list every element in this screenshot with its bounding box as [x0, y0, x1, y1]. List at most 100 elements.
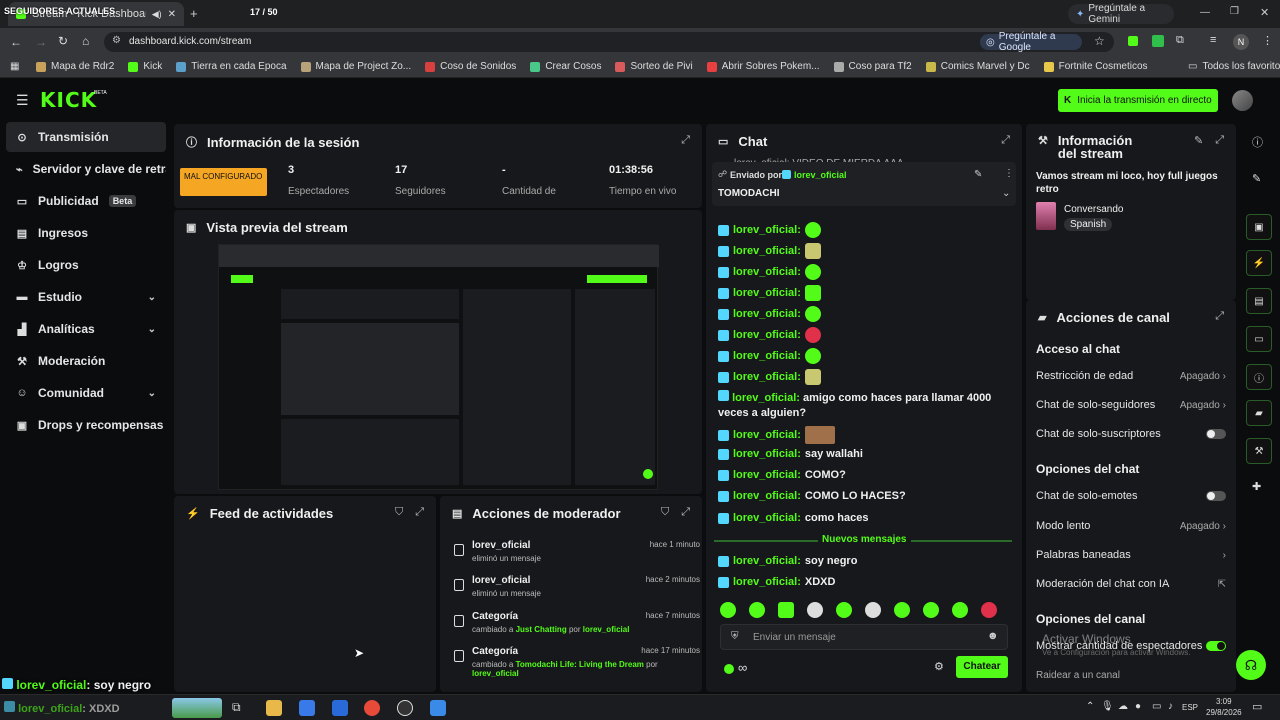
- chat-message[interactable]: lorev_oficial:: [718, 369, 1008, 385]
- chrome-icon[interactable]: [364, 700, 380, 716]
- sidebar-item-server[interactable]: ⌁ Servidor y clave de retransmisión: [6, 154, 166, 184]
- chat-message[interactable]: lorev_oficial:: [718, 348, 1008, 364]
- kick-logo[interactable]: KICK: [40, 88, 97, 112]
- emote-icon[interactable]: [807, 602, 823, 618]
- emote-icon[interactable]: [749, 602, 765, 618]
- emote-icon[interactable]: [865, 602, 881, 618]
- back-icon[interactable]: ←: [10, 35, 22, 49]
- extensions-puzzle-icon[interactable]: ⧉: [1176, 34, 1184, 47]
- emote-icon[interactable]: [923, 602, 939, 618]
- sidebar-item-income[interactable]: ▤ Ingresos: [6, 218, 166, 248]
- chat-message[interactable]: lorev_oficial: COMO?: [718, 469, 1008, 481]
- rail-channel-button[interactable]: ▰: [1246, 400, 1272, 426]
- filter-icon[interactable]: ⛉: [395, 506, 403, 519]
- tab-audio-icon[interactable]: ◀): [152, 9, 162, 20]
- sidebar-item-analytics[interactable]: ▟ Analíticas ⌄: [6, 314, 166, 344]
- all-bookmarks[interactable]: ▭ Todos los favoritos: [1188, 61, 1280, 72]
- ask-google-button[interactable]: ◎ Pregúntale a Google: [980, 31, 1082, 53]
- emote-icon[interactable]: [778, 602, 794, 618]
- store-icon[interactable]: [299, 700, 315, 716]
- expand-icon[interactable]: ⤢: [681, 506, 690, 519]
- rail-video-button[interactable]: ▣: [1246, 214, 1272, 240]
- home-icon[interactable]: ⌂: [82, 34, 89, 48]
- filter-icon[interactable]: ⛉: [661, 506, 669, 519]
- support-chat-button[interactable]: ☊: [1236, 650, 1266, 680]
- rail-list-button[interactable]: ▤: [1246, 288, 1272, 314]
- reload-icon[interactable]: ↻: [58, 34, 68, 48]
- chat-message[interactable]: lorev_oficial:: [718, 264, 1008, 280]
- tray-icon[interactable]: ●: [1135, 701, 1141, 712]
- extension-green-icon[interactable]: [1152, 35, 1164, 47]
- emote-icon[interactable]: [836, 602, 852, 618]
- sidebar-item-studio[interactable]: ▬ Estudio ⌄: [6, 282, 166, 312]
- chat-message[interactable]: lorev_oficial: como haces: [718, 512, 1008, 524]
- chat-message[interactable]: lorev_oficial:: [718, 306, 1008, 322]
- site-info-icon[interactable]: ⚙: [112, 35, 121, 46]
- chat-message[interactable]: lorev_oficial:: [718, 222, 1008, 238]
- chat-message[interactable]: lorev_oficial: soy negro: [718, 555, 1008, 567]
- followers-only-row[interactable]: Chat de solo-seguidores Apagado ›: [1036, 399, 1226, 411]
- apps-grid-icon[interactable]: ▦: [10, 61, 19, 72]
- bookmark-item[interactable]: Fortnite Cosmeticos: [1043, 61, 1148, 72]
- gemini-button[interactable]: ✦ Pregúntale a Gemini: [1068, 3, 1174, 25]
- new-tab-icon[interactable]: +: [190, 6, 198, 21]
- sidebar-item-stream[interactable]: ⊙ Transmisión: [6, 122, 166, 152]
- sidebar-item-ads[interactable]: ▭ Publicidad Beta: [6, 186, 166, 216]
- chat-settings-icon[interactable]: ⚙: [934, 660, 944, 673]
- edit-rail-icon[interactable]: ✎: [1252, 172, 1261, 185]
- rail-wrench-button[interactable]: ⚒: [1246, 438, 1272, 464]
- expand-icon[interactable]: ⤢: [415, 506, 424, 519]
- unpin-icon[interactable]: ✎: [974, 169, 982, 180]
- bookmark-item[interactable]: Crear Cosos: [530, 61, 601, 72]
- user-avatar[interactable]: [1232, 90, 1253, 111]
- app-icon[interactable]: [430, 700, 446, 716]
- notifications-icon[interactable]: ▭: [1252, 700, 1262, 713]
- hamburger-menu-icon[interactable]: ☰: [16, 92, 29, 109]
- sidebar-item-community[interactable]: ☺ Comunidad ⌄: [6, 378, 166, 408]
- rail-chat-button[interactable]: ▭: [1246, 326, 1272, 352]
- subs-only-toggle[interactable]: [1206, 429, 1226, 439]
- tray-icon[interactable]: ☁: [1118, 701, 1128, 712]
- emotes-only-toggle[interactable]: [1206, 491, 1226, 501]
- bookmark-item[interactable]: Coso para Tf2: [833, 61, 912, 72]
- sidebar-item-moderation[interactable]: ⚒ Moderación: [6, 346, 166, 376]
- chat-message[interactable]: lorev_oficial: say wallahi: [718, 448, 1008, 460]
- obs-icon[interactable]: [397, 700, 413, 716]
- close-window-icon[interactable]: ✕: [1260, 6, 1269, 19]
- extension-kick-icon[interactable]: [1128, 36, 1138, 46]
- tab-close-icon[interactable]: ✕: [168, 9, 176, 20]
- maximize-icon[interactable]: ❐: [1230, 6, 1239, 17]
- ai-moderation-row[interactable]: Moderación del chat con IA ⇱: [1036, 578, 1226, 590]
- chat-message[interactable]: lorev_oficial:: [718, 285, 1008, 301]
- volume-icon[interactable]: ♪: [1168, 701, 1173, 712]
- expand-icon[interactable]: ⤢: [1215, 310, 1224, 323]
- mail-icon[interactable]: [332, 700, 348, 716]
- emote-icon[interactable]: [981, 602, 997, 618]
- emote-icon[interactable]: [720, 602, 736, 618]
- bookmark-item[interactable]: Kick: [128, 61, 162, 72]
- stream-preview-video[interactable]: [218, 244, 659, 490]
- raid-channel[interactable]: Raidear a un canal: [1036, 670, 1120, 681]
- bookmark-item[interactable]: Mapa de Project Zo...: [300, 61, 411, 72]
- kick-points-icon[interactable]: [724, 664, 734, 674]
- tray-chevron-icon[interactable]: ⌃: [1086, 701, 1094, 712]
- banned-words-row[interactable]: Palabras baneadas ›: [1036, 549, 1226, 561]
- keyboard-language[interactable]: ESP: [1182, 703, 1198, 712]
- omnibox[interactable]: ⚙ dashboard.kick.com/stream ◎ Pregúntale…: [104, 31, 1114, 53]
- chevron-down-icon[interactable]: ⌄: [1002, 188, 1010, 199]
- chat-message[interactable]: lorev_oficial:: [718, 426, 1008, 444]
- emote-icon[interactable]: [952, 602, 968, 618]
- chat-message[interactable]: lorev_oficial: amigo como haces para lla…: [718, 390, 1008, 421]
- start-stream-button[interactable]: K Inicia la transmisión en directo: [1058, 89, 1218, 112]
- file-explorer-icon[interactable]: [266, 700, 282, 716]
- rail-info-button[interactable]: ⓘ: [1246, 364, 1272, 390]
- weather-widget[interactable]: [172, 698, 222, 718]
- info-rail-icon[interactable]: ⓘ: [1252, 134, 1263, 150]
- show-viewers-toggle[interactable]: [1206, 641, 1226, 651]
- browser-menu-icon[interactable]: ⋮: [1262, 34, 1273, 47]
- clock-time[interactable]: 3:09: [1216, 697, 1232, 706]
- clock-date[interactable]: 29/8/2026: [1206, 708, 1242, 717]
- pinned-user[interactable]: lorev_oficial: [794, 170, 847, 180]
- stream-category[interactable]: Conversando: [1064, 204, 1123, 215]
- forward-icon[interactable]: →: [35, 35, 47, 49]
